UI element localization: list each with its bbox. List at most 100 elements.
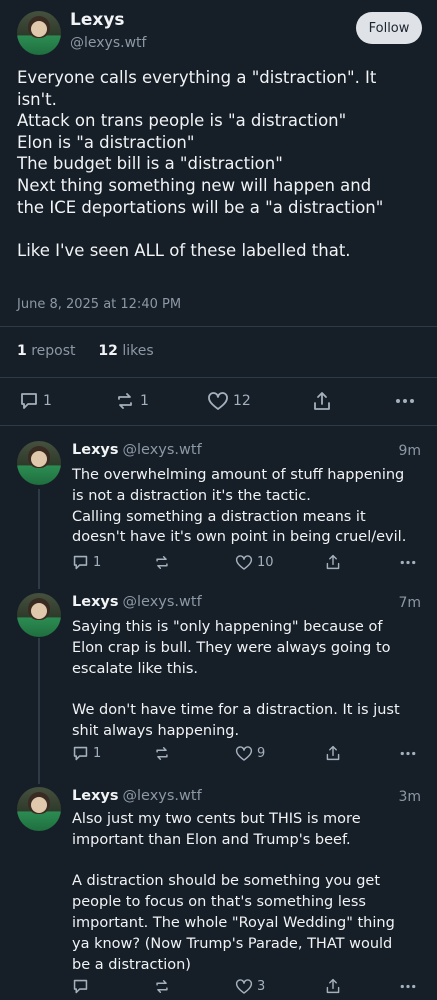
author-name[interactable]: Lexys [72,594,119,610]
divider [0,425,437,426]
avatar[interactable] [17,787,61,831]
reply-text-line [72,679,422,700]
heart-icon [235,979,253,994]
more-button[interactable] [399,554,417,571]
heart-icon [235,555,253,570]
reply-text-line: Calling something a distraction means it [72,508,366,525]
author-name[interactable]: Lexys [70,10,125,30]
author-handle[interactable]: @lexys.wtf [123,594,202,610]
like-count: 3 [257,979,266,994]
reply-text-line: shit always happening. [72,722,240,739]
avatar[interactable] [17,11,61,55]
reply-text-line: important. The whole "Royal Wedding" thi… [72,914,395,931]
reposts-stat[interactable]: 1 repost [17,343,76,359]
more-icon [400,560,416,565]
likes-stat[interactable]: 12 likes [98,343,153,359]
reply-button[interactable]: 1 [72,745,101,762]
share-icon [326,978,340,994]
post-text-line [17,218,427,240]
like-button[interactable]: 12 [207,391,251,411]
post-timestamp: June 8, 2025 at 12:40 PM [17,297,182,312]
like-count: 10 [257,555,274,570]
reply-text-line: ya know? (Now Trump's Parade, THAT would [72,935,393,952]
reply-icon [73,746,88,761]
reply-text-line: We don't have time for a distraction. It… [72,702,400,719]
reply-post: Lexys @lexys.wtf 3m Also just my two cent… [0,787,437,1000]
follow-button[interactable]: Follow [356,12,422,44]
like-button[interactable]: 3 [235,978,265,995]
repost-count: 1 [140,393,149,409]
more-icon [400,984,416,989]
reply-count: 1 [93,555,102,570]
reply-timestamp[interactable]: 9m [398,443,421,459]
reply-text-line: Elon crap is bull. They were always goin… [72,639,391,656]
share-button[interactable] [312,390,332,412]
post-text-line: Elon is "a distraction" [17,132,195,152]
like-button[interactable]: 10 [235,554,274,571]
share-button[interactable] [325,977,341,995]
post-text-line: the ICE deportations will be a "a distra… [17,197,384,217]
reply-text-line: be a distraction) [72,956,191,973]
post-text-line: Next thing something new will happen and [17,175,372,195]
reply-text-line [72,851,422,872]
reply-text-line: doesn't have it's own point in being cru… [72,529,407,546]
author-handle[interactable]: @lexys.wtf [123,788,202,804]
reply-button[interactable]: 1 [72,554,101,571]
heart-icon [235,746,253,761]
like-count: 12 [233,393,251,409]
more-button[interactable] [399,745,417,762]
post-text-line: isn't. [17,89,57,109]
reply-icon [73,555,88,570]
reply-button[interactable] [72,978,89,995]
share-icon [314,392,330,410]
share-button[interactable] [325,553,341,571]
reply-text-line: escalate like this. [72,660,198,677]
repost-icon [118,393,132,409]
more-button[interactable] [399,978,417,995]
reply-text-line: A distraction should be something you ge… [72,873,381,890]
repost-button[interactable] [153,978,171,995]
repost-button[interactable]: 1 [114,391,149,411]
author-handle[interactable]: @lexys.wtf [70,35,146,51]
post-text-line: Attack on trans people is "a distraction… [17,111,347,131]
reply-text: The overwhelming amount of stuff happeni… [72,465,422,548]
reply-text: Saying this is "only happening" because … [72,617,422,742]
reply-header: Lexys @lexys.wtf [72,594,202,610]
avatar[interactable] [17,441,61,485]
more-icon [396,399,414,403]
reply-text-line: people to focus on that's something less [72,894,366,911]
reply-text-line: Also just my two cents but THIS is more [72,811,361,827]
reply-post: Lexys @lexys.wtf 7m Saying this is "only … [0,593,437,773]
post-text: Everyone calls everything a "distraction… [17,67,427,261]
reply-timestamp[interactable]: 3m [398,789,421,805]
reply-icon [73,979,88,994]
post-text-line: The budget bill is a "distraction" [17,154,283,174]
reply-header: Lexys @lexys.wtf [72,442,202,458]
heart-icon [208,392,228,410]
like-button[interactable]: 9 [235,745,265,762]
reply-text: Also just my two cents but THIS is more … [72,809,422,975]
author-handle[interactable]: @lexys.wtf [123,442,202,458]
reply-count: 1 [43,393,52,409]
post-text-line: Everyone calls everything a "distraction… [17,68,377,87]
post-text-line: Like I've seen ALL of these labelled tha… [17,240,351,260]
reply-text-line: important than Elon and Trump's beef. [72,831,351,848]
reply-header: Lexys @lexys.wtf [72,788,202,804]
share-icon [326,554,340,570]
reply-timestamp[interactable]: 7m [398,595,421,611]
more-icon [400,751,416,756]
reply-post: Lexys @lexys.wtf 9m The overwhelming amou… [0,441,437,581]
author-name[interactable]: Lexys [72,788,119,804]
repost-button[interactable] [153,554,171,571]
reply-text-line: The overwhelming amount of stuff happeni… [72,467,405,483]
post-actions: 1 1 12 [0,389,437,413]
reply-text-line: is not a distraction it's the tactic. [72,487,311,504]
more-button[interactable] [394,391,416,411]
author-name[interactable]: Lexys [72,442,119,458]
like-count: 9 [257,746,266,761]
reply-button[interactable]: 1 [19,391,52,411]
avatar[interactable] [17,593,61,637]
share-button[interactable] [325,744,341,762]
reply-count: 1 [93,746,102,761]
repost-button[interactable] [153,745,171,762]
